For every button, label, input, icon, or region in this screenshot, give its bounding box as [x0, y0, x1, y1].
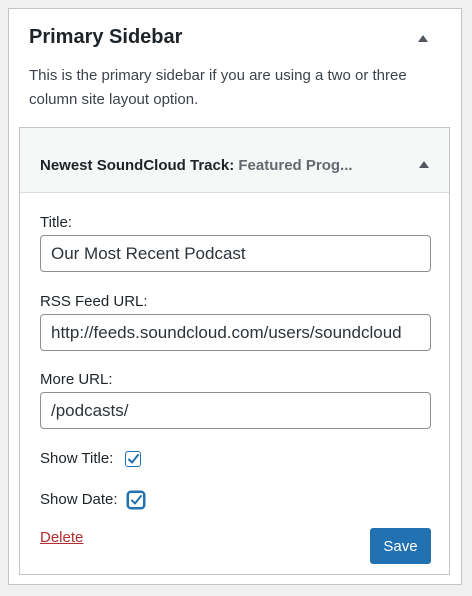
sidebar-title: Primary Sidebar [29, 26, 183, 48]
show-title-label: Show Title: [40, 450, 114, 467]
soundcloud-widget: Newest SoundCloud Track: Featured Prog..… [19, 127, 450, 575]
more-url-input[interactable] [40, 392, 431, 429]
more-url-label: More URL: [40, 371, 113, 388]
delete-link[interactable]: Delete [40, 529, 83, 546]
widget-title-separator: : [229, 157, 239, 174]
checkmark-icon [128, 454, 139, 464]
widget-header[interactable]: Newest SoundCloud Track: Featured Prog..… [20, 128, 449, 193]
primary-sidebar-panel: Primary Sidebar This is the primary side… [8, 8, 462, 585]
show-title-checkbox[interactable] [125, 451, 141, 467]
collapse-sidebar-icon[interactable] [418, 35, 428, 42]
title-label: Title: [40, 214, 72, 231]
collapse-widget-icon[interactable] [419, 161, 429, 168]
show-date-label: Show Date: [40, 491, 118, 508]
title-input[interactable] [40, 235, 431, 272]
save-button[interactable]: Save [370, 528, 431, 564]
show-date-checkbox[interactable] [128, 492, 144, 508]
widget-title-main: Newest SoundCloud Track [40, 157, 230, 174]
widget-title: Newest SoundCloud Track: Featured Prog..… [40, 157, 353, 174]
checkmark-icon [131, 495, 142, 505]
rss-feed-url-input[interactable] [40, 314, 431, 351]
rss-feed-url-label: RSS Feed URL: [40, 293, 148, 310]
sidebar-description: This is the primary sidebar if you are u… [29, 67, 407, 108]
widget-subtitle: Featured Prog... [238, 157, 353, 174]
